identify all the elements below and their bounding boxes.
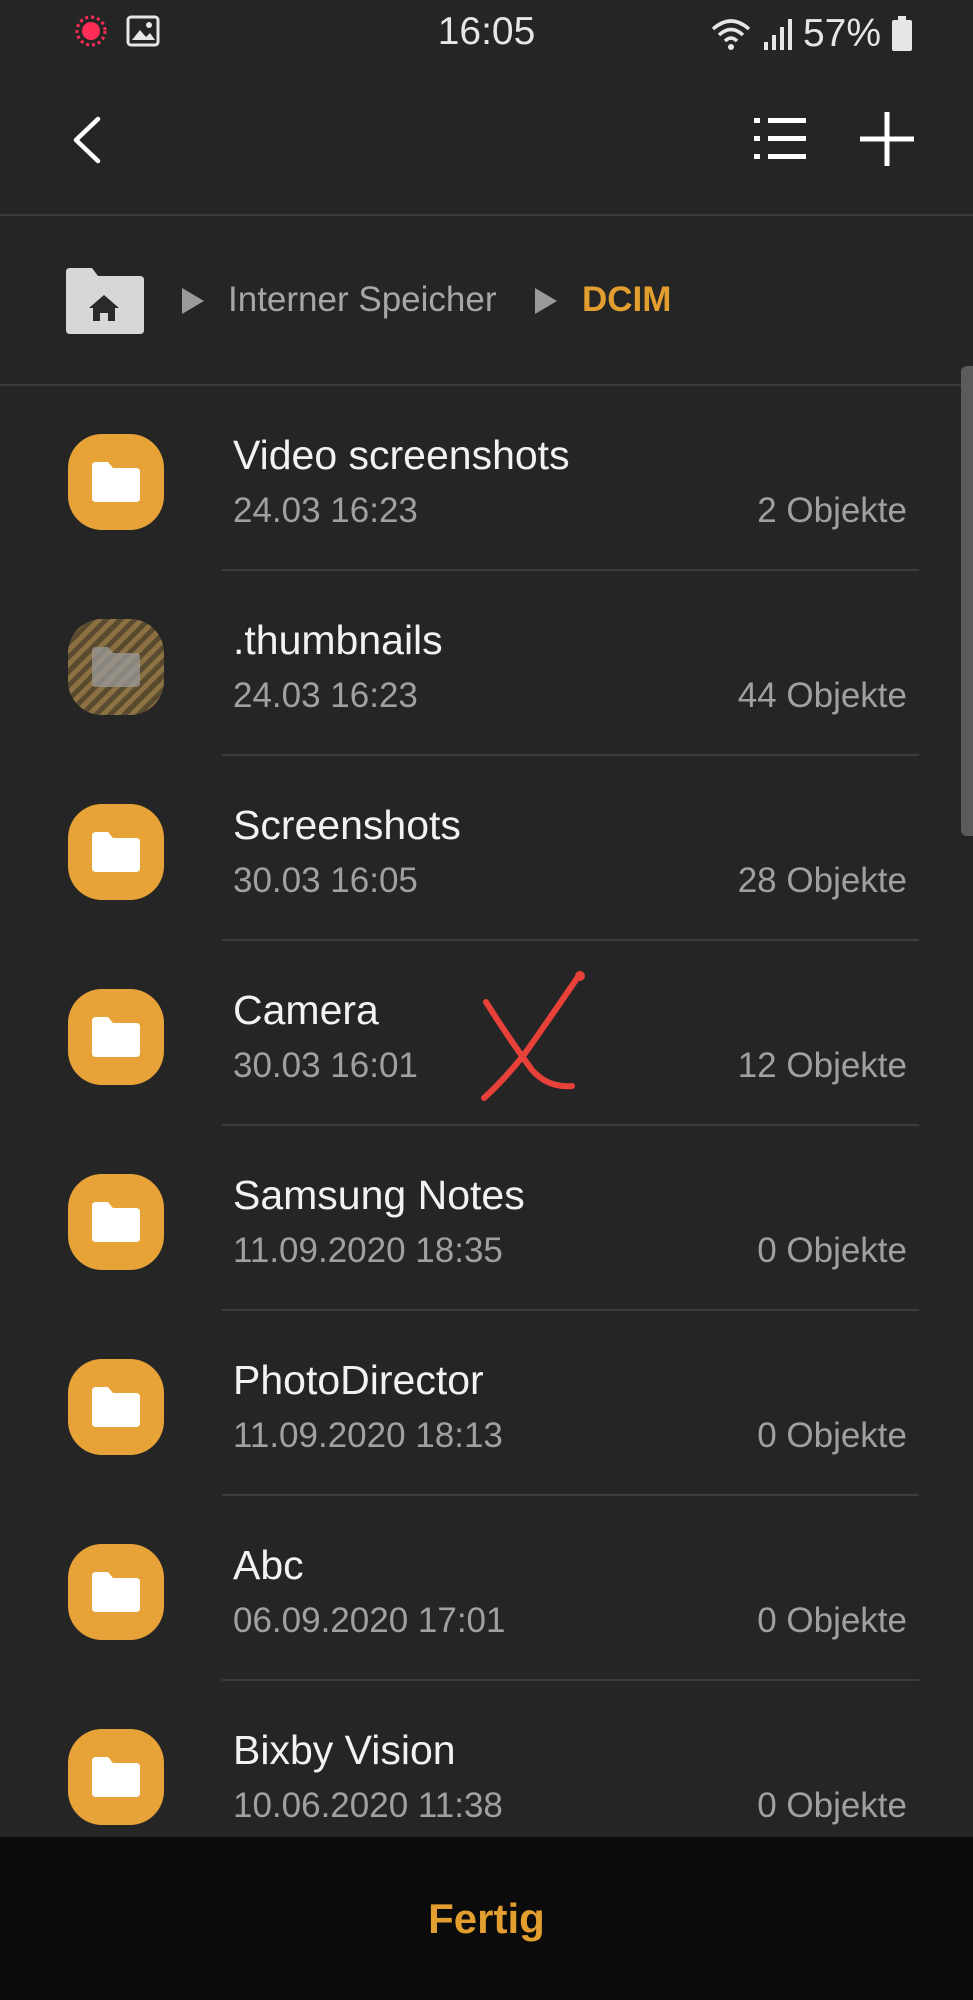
breadcrumb-item-dcim[interactable]: DCIM xyxy=(582,280,671,320)
breadcrumb-arrow-icon xyxy=(535,288,557,314)
app-bar xyxy=(0,66,973,216)
folder-item-count: 0 Objekte xyxy=(757,1601,907,1640)
folder-row-thumbnails[interactable]: .thumbnails 24.03 16:23 44 Objekte xyxy=(0,571,973,756)
folder-icon xyxy=(68,1544,164,1640)
folder-name: Bixby Vision xyxy=(233,1727,456,1773)
folder-icon xyxy=(68,1359,164,1455)
folder-name: .thumbnails xyxy=(233,617,443,663)
folder-date: 11.09.2020 18:35 xyxy=(233,1231,503,1270)
folder-name: Screenshots xyxy=(233,802,461,848)
folder-item-count: 44 Objekte xyxy=(737,676,907,715)
folder-icon xyxy=(68,804,164,900)
folder-item-count: 0 Objekte xyxy=(757,1231,907,1270)
folder-name: Abc xyxy=(233,1542,304,1588)
folder-name: Video screenshots xyxy=(233,432,570,478)
folder-item-count: 0 Objekte xyxy=(757,1416,907,1455)
back-button[interactable] xyxy=(60,110,112,170)
folder-icon xyxy=(68,1174,164,1270)
wifi-icon xyxy=(711,19,751,50)
back-icon xyxy=(73,116,101,164)
folder-item-count: 28 Objekte xyxy=(737,861,907,900)
done-button[interactable]: Fertig xyxy=(0,1837,973,2000)
list-view-icon xyxy=(754,118,806,159)
add-button[interactable] xyxy=(858,110,916,168)
status-bar: 16:05 57% xyxy=(0,0,973,66)
folder-row-abc[interactable]: Abc 06.09.2020 17:01 0 Objekte xyxy=(0,1496,973,1681)
folder-item-count: 2 Objekte xyxy=(757,491,907,530)
folder-date: 24.03 16:23 xyxy=(233,676,418,715)
list-view-button[interactable] xyxy=(752,114,808,164)
folder-item-count: 12 Objekte xyxy=(737,1046,907,1085)
folder-icon xyxy=(68,989,164,1085)
folder-name: PhotoDirector xyxy=(233,1357,484,1403)
battery-percent: 57% xyxy=(802,12,881,55)
folder-date: 30.03 16:05 xyxy=(233,861,418,900)
folder-row-photodirector[interactable]: PhotoDirector 11.09.2020 18:13 0 Objekte xyxy=(0,1311,973,1496)
folder-date: 06.09.2020 17:01 xyxy=(233,1601,506,1640)
folder-item-count: 0 Objekte xyxy=(757,1786,907,1825)
breadcrumb: Interner Speicher DCIM xyxy=(0,216,973,386)
signal-icon xyxy=(763,19,792,50)
folder-row-video-screenshots[interactable]: Video screenshots 24.03 16:23 2 Objekte xyxy=(0,386,973,571)
folder-name: Samsung Notes xyxy=(233,1172,525,1218)
folder-row-samsung-notes[interactable]: Samsung Notes 11.09.2020 18:35 0 Objekte xyxy=(0,1126,973,1311)
home-button[interactable] xyxy=(62,266,146,336)
scrollbar[interactable] xyxy=(961,366,973,836)
folder-icon xyxy=(68,434,164,530)
folder-row-screenshots[interactable]: Screenshots 30.03 16:05 28 Objekte xyxy=(0,756,973,941)
hidden-folder-icon xyxy=(68,619,164,715)
home-icon xyxy=(66,268,144,334)
add-icon xyxy=(860,112,914,166)
folder-date: 24.03 16:23 xyxy=(233,491,418,530)
breadcrumb-item-internal-storage[interactable]: Interner Speicher xyxy=(228,280,496,320)
folder-icon xyxy=(68,1729,164,1825)
folder-list: Video screenshots 24.03 16:23 2 Objekte … xyxy=(0,386,973,1866)
folder-name: Camera xyxy=(233,987,379,1033)
status-right-icons: 57% xyxy=(709,12,913,56)
breadcrumb-arrow-icon xyxy=(182,288,204,314)
folder-date: 30.03 16:01 xyxy=(233,1046,418,1085)
file-manager-screen: 16:05 57% Interner Speicher DCIM Video s… xyxy=(0,0,973,2000)
bottom-bar: Fertig xyxy=(0,1837,973,2000)
folder-date: 10.06.2020 11:38 xyxy=(233,1786,503,1825)
red-x-annotation-icon xyxy=(481,971,585,1101)
battery-icon xyxy=(892,16,912,51)
folder-date: 11.09.2020 18:13 xyxy=(233,1416,503,1455)
